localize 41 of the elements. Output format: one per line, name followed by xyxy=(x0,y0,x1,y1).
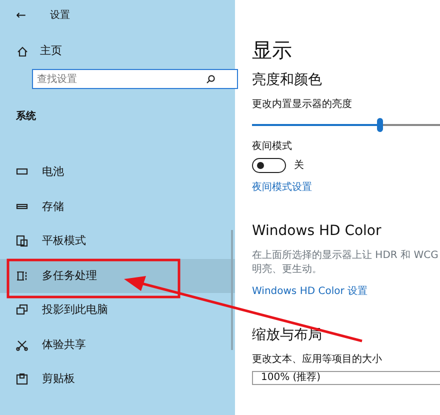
section-heading: 系统 xyxy=(15,110,37,124)
search-icon xyxy=(206,74,215,84)
window-title: 设置 xyxy=(50,8,70,22)
sidebar-item[interactable]: 存储 xyxy=(0,190,235,224)
sidebar-item-label: 体验共享 xyxy=(42,336,86,352)
scale-dropdown[interactable]: 100% (推荐) xyxy=(252,371,440,385)
dropdown-label: 更改文本、应用等项目的大小 xyxy=(252,353,383,367)
sidebar-item-label: 电池 xyxy=(42,164,64,180)
back-button[interactable]: ← xyxy=(16,6,26,24)
projector-icon xyxy=(16,304,28,316)
description: 在上面所选择的显示器上让 HDR 和 WCG xyxy=(252,249,440,263)
home-link[interactable]: 主页 xyxy=(0,40,235,62)
hd-color-settings-link[interactable]: Windows HD Color 设置 xyxy=(252,285,368,299)
slider-thumb[interactable] xyxy=(377,118,383,132)
section-heading: Windows HD Color xyxy=(252,222,382,241)
sidebar-item[interactable]: 剪贴板 xyxy=(0,362,235,396)
toggle-label: 夜间模式 xyxy=(252,140,293,154)
share-icon xyxy=(16,338,28,351)
page-title: 显示 xyxy=(252,37,293,64)
home-icon xyxy=(17,46,28,56)
sidebar-item-label: 剪贴板 xyxy=(42,371,75,387)
section-heading: 亮度和颜色 xyxy=(252,71,323,90)
toggle-state: 关 xyxy=(294,158,304,172)
tablet-icon xyxy=(16,235,28,248)
multitasking-icon xyxy=(16,270,28,282)
sidebar-item[interactable]: 电池 xyxy=(0,155,235,190)
sidebar-item-label: 平板模式 xyxy=(42,233,86,249)
description: 明亮、更生动。 xyxy=(252,263,323,277)
sidebar-item[interactable]: 体验共享 xyxy=(0,328,235,362)
brightness-slider[interactable] xyxy=(252,118,440,132)
slider-label: 更改内置显示器的亮度 xyxy=(252,98,353,112)
clipboard-icon xyxy=(16,373,28,386)
night-mode-settings-link[interactable]: 夜间模式设置 xyxy=(252,181,312,195)
sidebar-item-label: 存储 xyxy=(42,198,64,214)
sidebar-item[interactable]: 平板模式 xyxy=(0,224,235,258)
home-label: 主页 xyxy=(40,42,62,59)
search-field[interactable]: 查找设置 xyxy=(32,69,238,89)
night-mode-toggle[interactable] xyxy=(252,158,286,173)
sidebar-item-label: 投影到此电脑 xyxy=(42,302,108,318)
sidebar-item-label: 多任务处理 xyxy=(42,268,97,284)
sidebar-item[interactable]: 投影到此电脑 xyxy=(0,293,235,328)
